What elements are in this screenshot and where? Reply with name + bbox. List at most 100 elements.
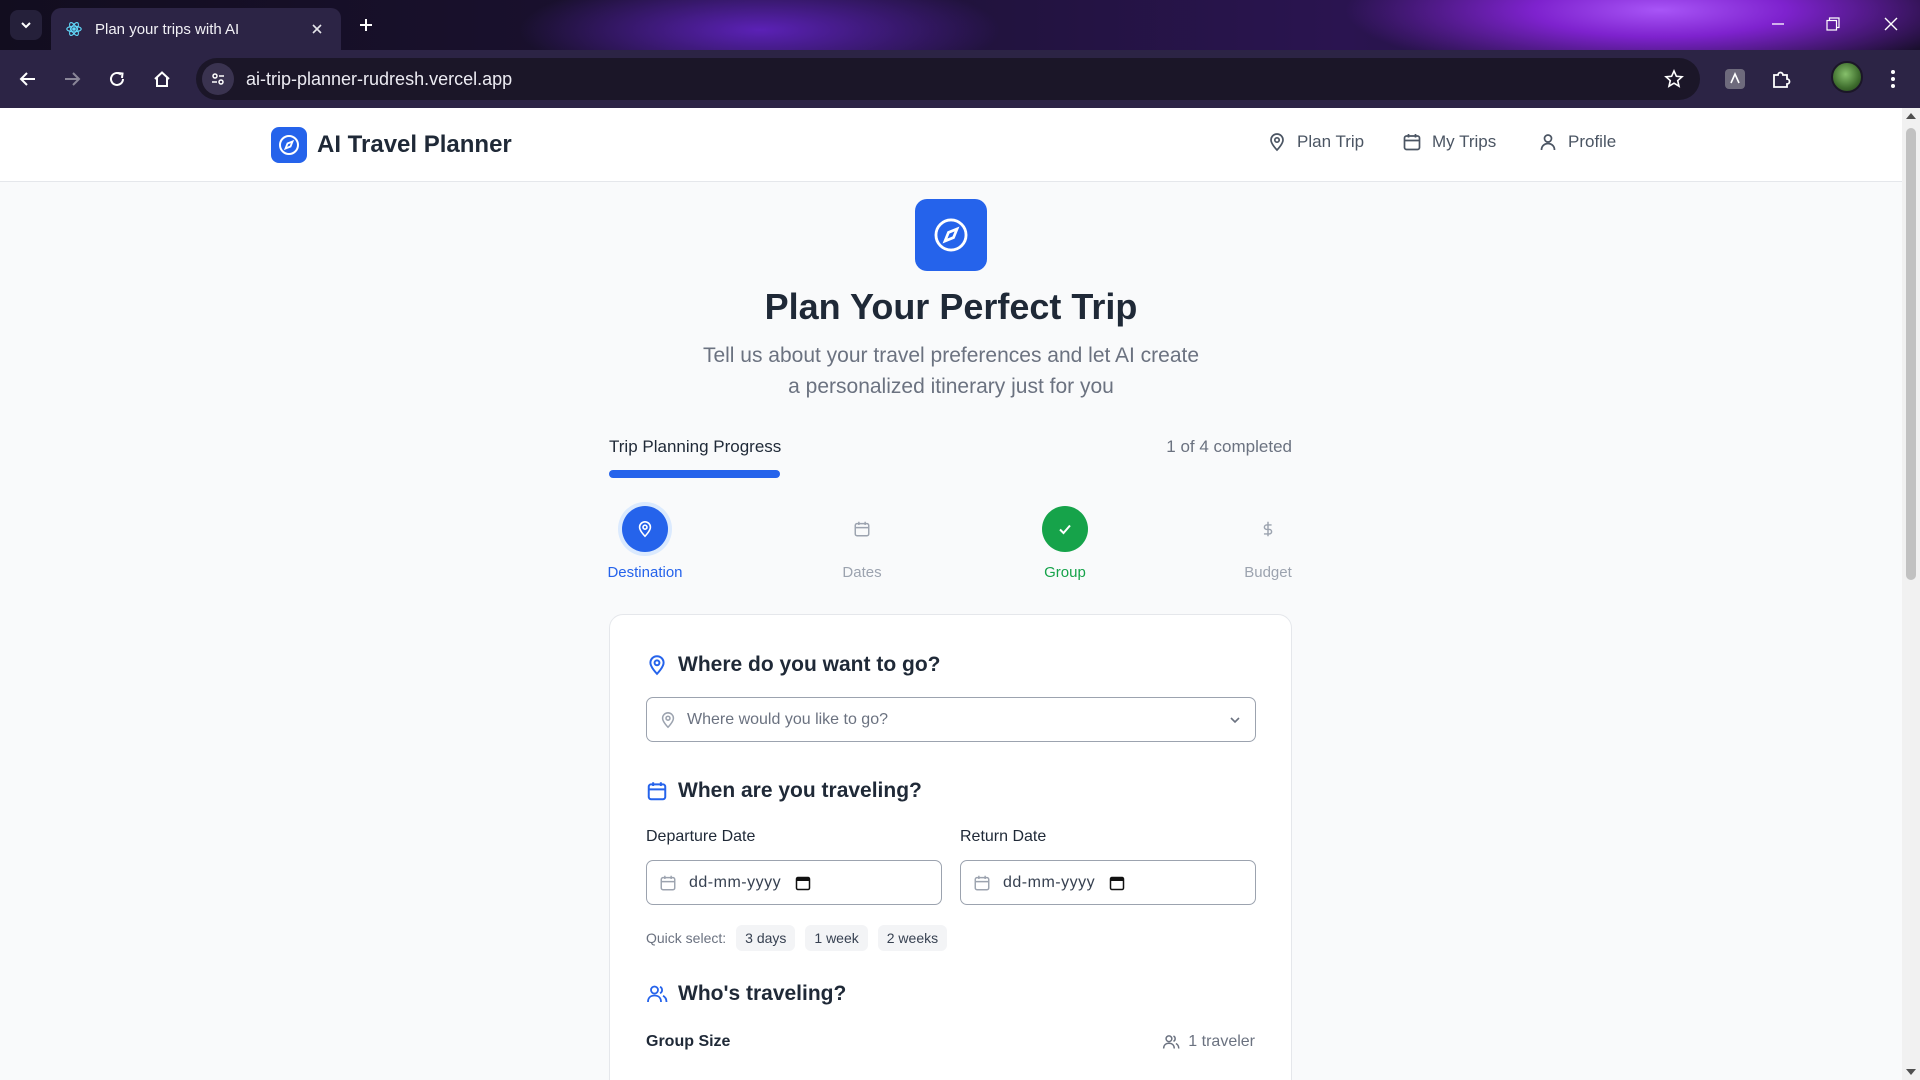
compass-hero-icon bbox=[915, 199, 987, 271]
quick-select-3-days[interactable]: 3 days bbox=[736, 925, 796, 951]
dollar-icon bbox=[1245, 506, 1291, 552]
home-button[interactable] bbox=[146, 63, 178, 95]
calendar-icon bbox=[839, 506, 885, 552]
tune-icon bbox=[212, 73, 224, 85]
forward-button[interactable] bbox=[56, 63, 88, 95]
date-picker-icon[interactable] bbox=[795, 875, 811, 891]
reload-button[interactable] bbox=[101, 63, 133, 95]
restore-icon bbox=[1826, 17, 1840, 31]
quick-select-1-week[interactable]: 1 week bbox=[805, 925, 868, 951]
trip-form-card: Where do you want to go? Where would you… bbox=[609, 614, 1292, 1080]
calendar-icon bbox=[660, 875, 676, 890]
step-label: Group bbox=[1044, 564, 1086, 581]
step-budget[interactable]: Budget bbox=[1208, 506, 1328, 581]
close-tab-icon[interactable] bbox=[307, 19, 327, 39]
tab-search-button[interactable] bbox=[10, 10, 42, 40]
quick-select-row: Quick select: 3 days 1 week 2 weeks bbox=[646, 925, 957, 951]
map-pin-icon bbox=[661, 711, 675, 728]
calendar-icon bbox=[1403, 134, 1421, 151]
group-title-text: Who's traveling? bbox=[678, 982, 847, 1005]
quick-select-2-weeks[interactable]: 2 weeks bbox=[877, 925, 948, 951]
more-vert-icon bbox=[1891, 70, 1895, 88]
web-page: AI Travel Planner Plan Trip My Trips Pro… bbox=[0, 108, 1902, 1080]
quick-select-label: Quick select: bbox=[646, 930, 727, 946]
forward-arrow-icon bbox=[65, 72, 81, 86]
site-header: AI Travel Planner Plan Trip My Trips Pro… bbox=[0, 108, 1902, 182]
destination-select[interactable]: Where would you like to go? bbox=[646, 697, 1256, 742]
step-dates[interactable]: Dates bbox=[802, 506, 922, 581]
date-picker-icon[interactable] bbox=[1109, 875, 1125, 891]
site-info-button[interactable] bbox=[202, 63, 234, 95]
traveler-count: 1 traveler bbox=[1162, 1033, 1255, 1051]
chevron-down-icon bbox=[21, 22, 31, 29]
minimize-button[interactable] bbox=[1758, 8, 1798, 40]
page-title: Plan Your Perfect Trip bbox=[764, 286, 1138, 327]
step-label: Dates bbox=[842, 564, 882, 581]
map-pin-icon bbox=[622, 506, 668, 552]
home-icon bbox=[154, 71, 170, 87]
tab-title: Plan your trips with AI bbox=[95, 20, 240, 38]
scrollbar-thumb[interactable] bbox=[1906, 128, 1916, 580]
nav-profile[interactable]: Profile bbox=[1538, 132, 1616, 152]
page-subtitle: Tell us about your travel preferences an… bbox=[702, 344, 1200, 398]
brand[interactable]: AI Travel Planner bbox=[271, 127, 512, 163]
progress-label: Trip Planning Progress bbox=[609, 437, 782, 456]
close-icon bbox=[1884, 17, 1898, 31]
react-favicon-icon bbox=[66, 22, 82, 36]
nav-my-trips[interactable]: My Trips bbox=[1402, 132, 1496, 152]
browser-tab-bar: Plan your trips with AI bbox=[0, 0, 1920, 50]
extensions-menu-button[interactable] bbox=[1765, 63, 1797, 95]
star-icon bbox=[1664, 69, 1684, 88]
extension-badge-icon bbox=[1725, 69, 1745, 89]
profile-avatar[interactable] bbox=[1831, 61, 1863, 93]
departure-date-label: Departure Date bbox=[646, 828, 756, 845]
progress-count: 1 of 4 completed bbox=[1166, 437, 1292, 456]
browser-tab-active[interactable]: Plan your trips with AI bbox=[51, 8, 341, 50]
bookmark-button[interactable] bbox=[1656, 61, 1692, 97]
step-group[interactable]: Group bbox=[1005, 506, 1125, 581]
progress-bar bbox=[609, 470, 1292, 478]
scroll-up-arrow-icon[interactable] bbox=[1906, 113, 1916, 119]
browser-toolbar: ai-trip-planner-rudresh.vercel.app bbox=[0, 50, 1920, 108]
map-pin-icon bbox=[649, 655, 665, 676]
nav-profile-label: Profile bbox=[1568, 132, 1617, 151]
back-arrow-icon bbox=[19, 72, 35, 86]
address-bar[interactable]: ai-trip-planner-rudresh.vercel.app bbox=[196, 58, 1700, 100]
reload-icon bbox=[110, 71, 124, 86]
group-section-title: Who's traveling? bbox=[646, 982, 846, 1006]
departure-date-input[interactable]: dd-mm-yyyy bbox=[646, 860, 942, 905]
page-scrollbar[interactable] bbox=[1902, 108, 1920, 1080]
user-icon bbox=[1540, 134, 1556, 151]
destination-title-text: Where do you want to go? bbox=[678, 653, 941, 676]
dates-section-title: When are you traveling? bbox=[646, 779, 922, 803]
step-destination[interactable]: Destination bbox=[585, 506, 705, 581]
destination-placeholder: Where would you like to go? bbox=[687, 710, 888, 728]
step-label: Destination bbox=[607, 564, 683, 581]
puzzle-icon bbox=[1773, 71, 1791, 88]
new-tab-button[interactable] bbox=[351, 10, 381, 40]
check-icon bbox=[1042, 506, 1088, 552]
brand-name: AI Travel Planner bbox=[317, 131, 512, 158]
back-button[interactable] bbox=[12, 63, 44, 95]
departure-date-placeholder: dd-mm-yyyy bbox=[689, 873, 782, 891]
return-date-placeholder: dd-mm-yyyy bbox=[1003, 873, 1096, 891]
map-pin-icon bbox=[1270, 133, 1284, 152]
browser-menu-button[interactable] bbox=[1877, 63, 1909, 95]
traveler-count-text: 1 traveler bbox=[1188, 1033, 1255, 1050]
chevron-down-icon bbox=[1230, 716, 1240, 723]
compass-logo-icon bbox=[271, 127, 307, 163]
calendar-icon bbox=[974, 875, 990, 890]
return-date-label: Return Date bbox=[960, 828, 1047, 845]
nav-my-trips-label: My Trips bbox=[1432, 132, 1497, 151]
users-icon bbox=[647, 985, 668, 1003]
restore-button[interactable] bbox=[1813, 8, 1853, 40]
return-date-input[interactable]: dd-mm-yyyy bbox=[960, 860, 1256, 905]
progress-bar-fill bbox=[609, 470, 780, 478]
url-text: ai-trip-planner-rudresh.vercel.app bbox=[246, 68, 513, 89]
scroll-down-arrow-icon[interactable] bbox=[1906, 1069, 1916, 1075]
extension-button[interactable] bbox=[1719, 63, 1751, 95]
nav-plan-trip[interactable]: Plan Trip bbox=[1267, 132, 1364, 152]
close-window-button[interactable] bbox=[1871, 8, 1911, 40]
dates-title-text: When are you traveling? bbox=[678, 779, 922, 802]
nav-plan-trip-label: Plan Trip bbox=[1297, 132, 1365, 151]
